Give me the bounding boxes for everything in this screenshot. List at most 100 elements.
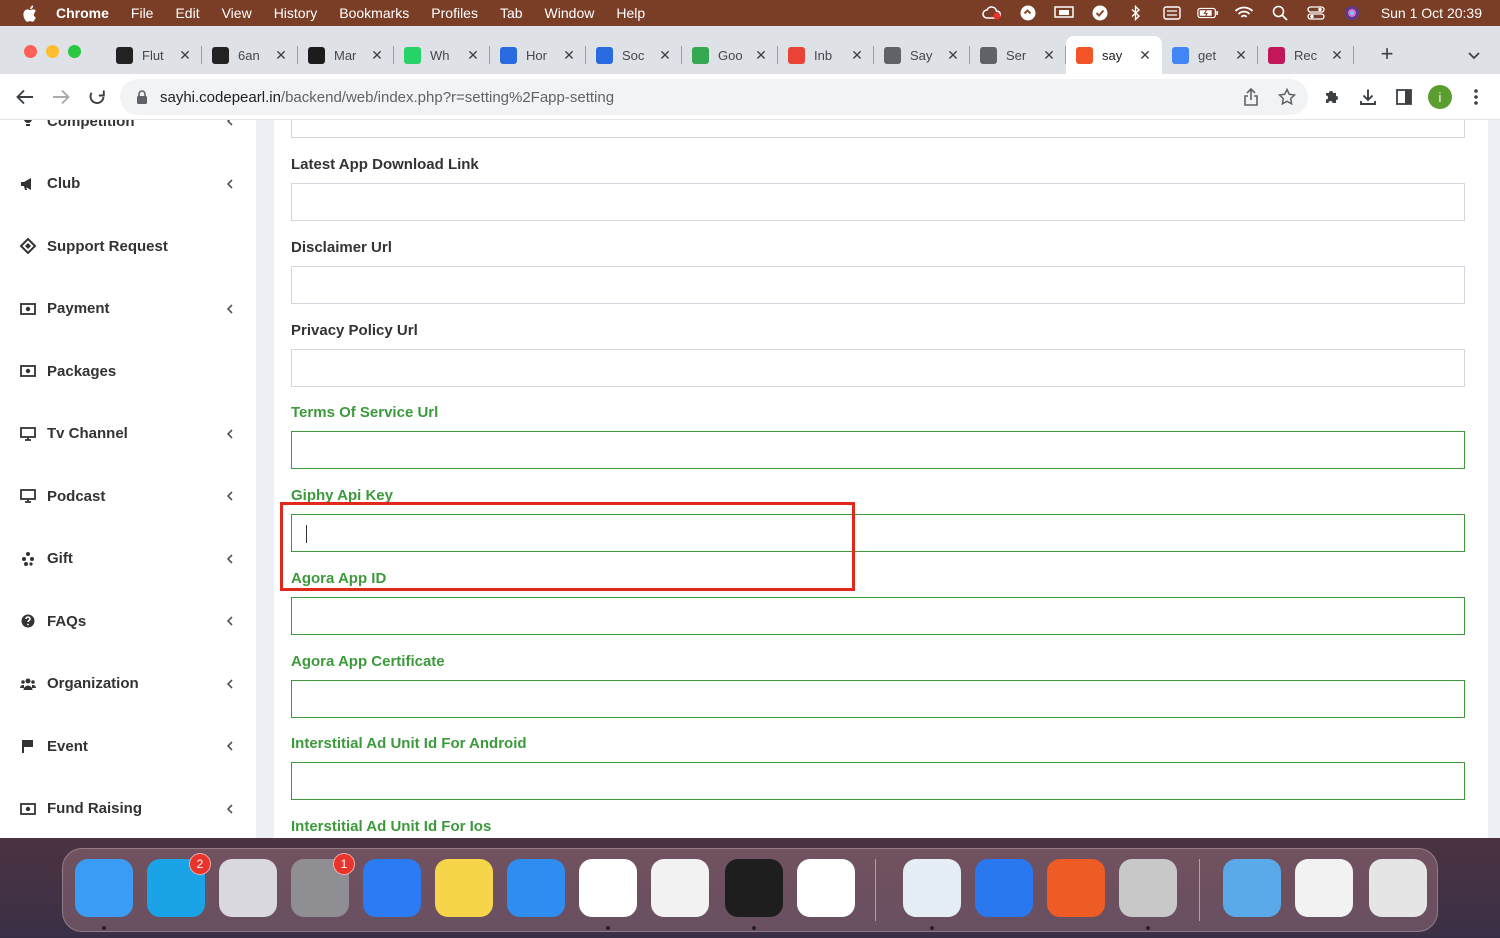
privacy-policy-url-input[interactable] [291, 348, 1465, 387]
menu-app-name[interactable]: Chrome [56, 5, 109, 21]
download-icon[interactable] [1358, 87, 1378, 107]
sidebar-item-podcast[interactable]: Podcast [0, 476, 256, 516]
notes-icon[interactable] [435, 859, 493, 917]
speedometer-icon[interactable] [1017, 5, 1039, 21]
siri-icon[interactable] [1341, 5, 1363, 21]
browser-tab[interactable]: get ✕ [1162, 36, 1258, 74]
latest-app-download-link-input[interactable] [291, 183, 1465, 221]
browser-tab[interactable]: Say ✕ [874, 36, 970, 74]
menu-help[interactable]: Help [616, 5, 645, 21]
creative-cloud-icon[interactable] [981, 5, 1003, 21]
sidebar-item-gift[interactable]: Gift [0, 539, 256, 579]
screen-time-icon[interactable] [975, 859, 1033, 917]
new-tab-button[interactable]: + [1376, 43, 1398, 66]
tab-close-icon[interactable]: ✕ [1042, 47, 1056, 64]
screen-share-icon[interactable] [1053, 5, 1075, 21]
side-panel-icon[interactable] [1394, 87, 1414, 107]
profile-avatar[interactable]: i [1428, 85, 1452, 109]
browser-tab[interactable]: Ser ✕ [970, 36, 1066, 74]
tab-close-icon[interactable]: ✕ [658, 47, 672, 64]
menu-window[interactable]: Window [545, 5, 595, 21]
browser-tab[interactable]: Mar ✕ [298, 36, 394, 74]
close-window-button[interactable] [24, 45, 37, 58]
tab-close-icon[interactable]: ✕ [370, 47, 384, 64]
zoom-window-button[interactable] [68, 45, 81, 58]
sidebar-item-support-request[interactable]: Support Request [0, 226, 256, 266]
menu-profiles[interactable]: Profiles [431, 5, 478, 21]
keyboard-icon[interactable] [1161, 5, 1183, 21]
reload-icon[interactable] [84, 84, 110, 110]
chrome-apps-icon[interactable] [1119, 859, 1177, 917]
back-arrow-icon[interactable] [12, 84, 38, 110]
downloads-folder-icon[interactable] [1223, 859, 1281, 917]
app-store-icon[interactable] [797, 859, 855, 917]
browser-tab[interactable]: Flut ✕ [106, 36, 202, 74]
tab-close-icon[interactable]: ✕ [1234, 47, 1248, 64]
checkmark-circle-icon[interactable] [1089, 5, 1111, 21]
browser-tab[interactable]: Inb ✕ [778, 36, 874, 74]
textedit-icon[interactable] [651, 859, 709, 917]
tab-close-icon[interactable]: ✕ [466, 47, 480, 64]
disclaimer-url-input[interactable] [291, 265, 1465, 304]
browser-tab[interactable]: Goo ✕ [682, 36, 778, 74]
preview-icon[interactable] [903, 859, 961, 917]
sidebar-item-payment[interactable]: Payment [0, 289, 256, 329]
control-center-icon[interactable] [1305, 5, 1327, 21]
giphy-api-key-input[interactable] [291, 514, 1465, 552]
safari-icon[interactable] [507, 859, 565, 917]
chrome-icon[interactable] [579, 859, 637, 917]
forward-arrow-icon[interactable] [48, 84, 74, 110]
url-text[interactable]: sayhi.codepearl.in/backend/web/index.php… [160, 89, 614, 106]
launchpad-icon[interactable] [219, 859, 277, 917]
tab-close-icon[interactable]: ✕ [1330, 47, 1344, 64]
sidebar-item-club[interactable]: Club [0, 164, 256, 204]
wifi-icon[interactable] [1233, 5, 1255, 21]
browser-tab[interactable]: Hor ✕ [490, 36, 586, 74]
trash-icon[interactable] [1369, 859, 1427, 917]
menu-tab[interactable]: Tab [500, 5, 523, 21]
spotlight-search-icon[interactable] [1269, 5, 1291, 21]
lock-icon[interactable] [134, 89, 150, 105]
menu-bookmarks[interactable]: Bookmarks [339, 5, 409, 21]
sidebar-item-organization[interactable]: Organization [0, 664, 256, 704]
browser-tab[interactable]: Wh ✕ [394, 36, 490, 74]
finder-icon[interactable] [75, 859, 133, 917]
battery-charging-icon[interactable] [1197, 5, 1219, 21]
browser-tab[interactable]: Rec ✕ [1258, 36, 1354, 74]
menu-edit[interactable]: Edit [175, 5, 199, 21]
skype-icon[interactable]: 2 [147, 853, 211, 917]
browser-tab[interactable]: Soc ✕ [586, 36, 682, 74]
menu-view[interactable]: View [222, 5, 252, 21]
tab-close-icon[interactable]: ✕ [850, 47, 864, 64]
figma-icon[interactable] [725, 859, 783, 917]
bluetooth-icon[interactable] [1125, 5, 1147, 21]
tab-close-icon[interactable]: ✕ [274, 47, 288, 64]
tab-close-icon[interactable]: ✕ [562, 47, 576, 64]
terms-of-service-url-input[interactable] [291, 431, 1465, 470]
sidebar-item-event[interactable]: Event [0, 726, 256, 766]
browser-tab[interactable]: say ✕ [1066, 36, 1162, 74]
sidebar-item-faqs[interactable]: FAQs [0, 601, 256, 641]
sidebar-item-competition[interactable]: Competition [0, 120, 256, 141]
tab-close-icon[interactable]: ✕ [1138, 47, 1152, 64]
tab-search-chevron-icon[interactable] [1464, 46, 1484, 66]
bookmark-star-icon[interactable] [1278, 88, 1296, 106]
interstitial-ad-unit-id-for-android-input[interactable] [291, 762, 1465, 801]
xcode-icon[interactable] [363, 859, 421, 917]
extensions-puzzle-icon[interactable] [1322, 87, 1342, 107]
agora-app-id-input[interactable] [291, 596, 1465, 635]
postman-icon[interactable] [1047, 859, 1105, 917]
tab-close-icon[interactable]: ✕ [946, 47, 960, 64]
sidebar-item-fund-raising[interactable]: Fund Raising [0, 789, 256, 829]
system-preferences-icon[interactable]: 1 [291, 853, 355, 917]
menu-history[interactable]: History [274, 5, 318, 21]
sidebar-item-packages[interactable]: Packages [0, 351, 256, 391]
screenshot-thumbnail-icon[interactable] [1295, 859, 1353, 917]
sidebar-item-tv-channel[interactable]: Tv Channel [0, 414, 256, 454]
agora-app-certificate-input[interactable] [291, 679, 1465, 718]
menu-file[interactable]: File [131, 5, 154, 21]
more-vertical-icon[interactable] [1466, 87, 1486, 107]
share-icon[interactable] [1242, 88, 1260, 106]
tab-close-icon[interactable]: ✕ [178, 47, 192, 64]
apple-icon[interactable] [20, 4, 38, 22]
